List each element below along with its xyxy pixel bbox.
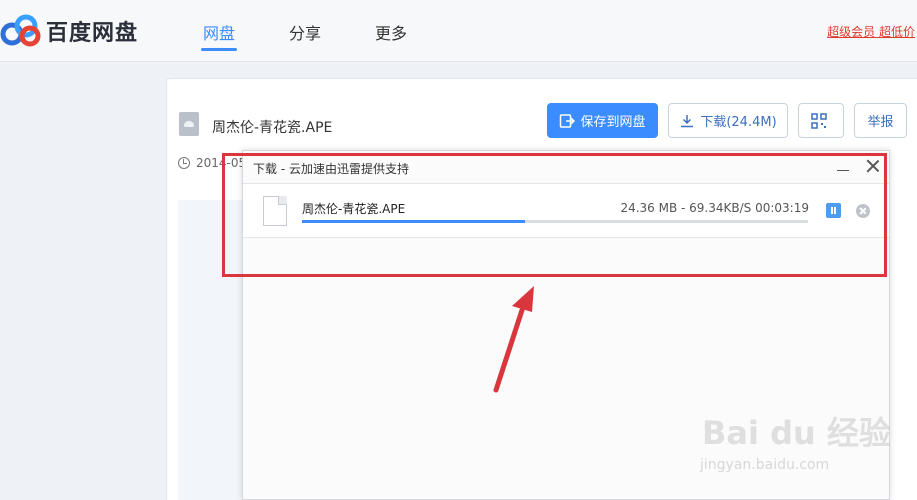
vip-promo-link[interactable]: 超级会员 超低价: [827, 23, 915, 40]
nav-tab-share[interactable]: 分享: [289, 20, 321, 44]
close-icon[interactable]: [865, 158, 881, 174]
qr-code-icon: [810, 112, 827, 129]
save-button-label: 保存到网盘: [580, 115, 646, 130]
report-button[interactable]: 举报: [854, 103, 907, 138]
cancel-download-icon[interactable]: [856, 204, 870, 218]
document-icon: [263, 196, 287, 226]
nav-tab-more[interactable]: 更多: [375, 20, 407, 44]
download-item-name: 周杰伦-青花瓷.APE: [302, 202, 406, 216]
brand-logo[interactable]: 百度网盘: [0, 14, 138, 48]
download-button[interactable]: 下载(24.4M): [668, 103, 788, 138]
annotation-arrow-icon: [493, 286, 534, 393]
top-nav-bar: 百度网盘 网盘 分享 更多 超级会员 超低价: [0, 0, 917, 62]
cloud-file-icon: [179, 112, 199, 136]
file-title: 周杰伦-青花瓷.APE: [212, 120, 333, 136]
save-icon: [560, 113, 576, 128]
download-progress-fill: [302, 220, 525, 223]
clock-icon: [178, 157, 190, 169]
download-item-stats: 24.36 MB - 69.34KB/S 00:03:19: [620, 201, 809, 215]
preview-area: [178, 200, 248, 500]
minimize-icon[interactable]: [836, 159, 850, 173]
nav-tab-netdisk[interactable]: 网盘: [203, 20, 235, 44]
baidu-jingyan-watermark: Bai du 经验: [702, 414, 891, 452]
download-item-row: 周杰伦-青花瓷.APE 24.36 MB - 69.34KB/S 00:03:1…: [243, 184, 889, 238]
dialog-title: 下载 - 云加速由迅雷提供支持: [253, 162, 409, 176]
watermark-url: jingyan.baidu.com: [700, 457, 830, 473]
download-progress-bar: [302, 220, 808, 223]
nav-active-indicator: [201, 48, 237, 51]
download-icon: [681, 114, 694, 127]
file-date: 2014-05: [196, 156, 247, 170]
save-to-netdisk-button[interactable]: 保存到网盘: [547, 103, 658, 138]
download-button-label: 下载(24.4M): [700, 115, 777, 130]
brand-name: 百度网盘: [46, 21, 139, 46]
file-date-row: 2014-05: [178, 156, 246, 170]
pause-icon[interactable]: [826, 203, 841, 218]
cloud-logo-icon: [0, 14, 42, 48]
qr-code-button[interactable]: [798, 103, 844, 138]
